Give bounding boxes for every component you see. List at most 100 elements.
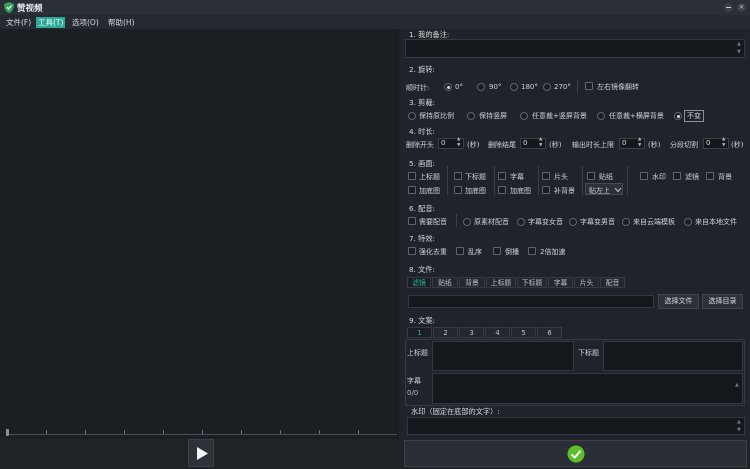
remark-scroll-arrows[interactable]: ▲ ▼ — [737, 40, 741, 56]
menu-file[interactable]: 文件(F) — [4, 17, 33, 28]
reverse-label: 倒播 — [505, 248, 519, 256]
sticker-checkbox[interactable] — [587, 172, 595, 180]
male-voice-label: 字幕变男音 — [580, 218, 615, 226]
copy-tab-3[interactable]: 3 — [459, 327, 484, 338]
mirror-label: 左右镜像翻转 — [597, 83, 639, 91]
menu-help[interactable]: 帮助(H) — [106, 17, 137, 28]
crop-portrait-bg-label: 任意裁+竖屏背景 — [532, 112, 587, 120]
video-preview[interactable] — [0, 29, 399, 439]
title-bar: 赞视频 × — [0, 0, 750, 15]
section-effect-title: 7. 特效: — [409, 234, 435, 243]
unit-sec-3: (秒) — [648, 141, 661, 149]
female-voice-radio[interactable] — [517, 218, 525, 226]
female-voice-label: 字幕变女音 — [528, 218, 563, 226]
shuffle-checkbox[interactable] — [456, 247, 464, 255]
filter-checkbox[interactable] — [673, 172, 681, 180]
crop-landscape-bg-radio[interactable] — [597, 112, 605, 120]
background-checkbox[interactable] — [706, 172, 714, 180]
unit-sec-4: (秒) — [731, 141, 744, 149]
timeline-handle[interactable] — [6, 429, 9, 436]
file-tab-filter[interactable]: 滤镜 — [407, 277, 431, 288]
copy-top-title-input[interactable] — [432, 341, 574, 371]
mirror-checkbox[interactable] — [585, 82, 593, 90]
male-voice-radio[interactable] — [569, 218, 577, 226]
copy-tab-6[interactable]: 6 — [537, 327, 562, 338]
top-title-bg-checkbox[interactable] — [408, 186, 416, 194]
rotate-90-radio[interactable] — [477, 83, 485, 91]
split-label: 分段切割 — [670, 141, 698, 149]
bottom-title-bg-checkbox[interactable] — [454, 186, 462, 194]
minimize-button[interactable] — [724, 3, 733, 12]
max-duration-label: 输出时长上限 — [572, 141, 614, 149]
copy-tab-5[interactable]: 5 — [511, 327, 536, 338]
need-dub-label: 需要配音 — [419, 218, 447, 226]
copy-tab-4[interactable]: 4 — [485, 327, 510, 338]
file-tab-background[interactable]: 背景 — [459, 277, 485, 288]
split-arrows[interactable]: ▲ ▼ — [722, 137, 725, 149]
play-icon — [197, 447, 208, 460]
file-tab-top-title[interactable]: 上标题 — [486, 277, 516, 288]
fill-bg-checkbox[interactable] — [542, 186, 550, 194]
cloud-template-radio[interactable] — [622, 218, 630, 226]
copy-bottom-title-input[interactable] — [603, 341, 743, 371]
subtitle-checkbox[interactable] — [498, 172, 506, 180]
original-dub-radio[interactable] — [463, 218, 471, 226]
file-path-input[interactable] — [408, 295, 654, 308]
reverse-checkbox[interactable] — [493, 247, 501, 255]
play-button[interactable] — [188, 439, 214, 467]
rotate-270-radio[interactable] — [543, 83, 551, 91]
rotate-180-radio[interactable] — [510, 83, 518, 91]
file-tab-bottom-title[interactable]: 下标题 — [517, 277, 547, 288]
rotate-label: 顺时针: — [406, 84, 430, 92]
section-frame-title: 5. 画面: — [409, 159, 435, 168]
watermark-checkbox[interactable] — [640, 172, 648, 180]
sticker-position-dropdown[interactable]: 贴左上 — [585, 183, 623, 195]
menu-options[interactable]: 选项(O) — [70, 17, 101, 28]
watermark-scroll-arrows[interactable]: ▲ ▼ — [737, 418, 741, 434]
bottom-title-checkbox[interactable] — [454, 172, 462, 180]
rotate-90-label: 90° — [489, 83, 502, 91]
copy-subtitle-count: 0/0 — [407, 389, 419, 397]
remark-input[interactable] — [405, 39, 745, 58]
chevron-down-icon — [615, 188, 621, 192]
top-title-checkbox[interactable] — [408, 172, 416, 180]
subtitle-bg-checkbox[interactable] — [498, 186, 506, 194]
copy-tab-2[interactable]: 2 — [433, 327, 458, 338]
intro-checkbox[interactable] — [542, 172, 550, 180]
file-tab-sticker[interactable]: 贴纸 — [432, 277, 458, 288]
tail-delete-label: 删除结尾 — [488, 141, 516, 149]
file-tab-subtitle[interactable]: 字幕 — [548, 277, 573, 288]
file-tab-intro[interactable]: 片头 — [574, 277, 599, 288]
copy-subtitle-input[interactable] — [432, 373, 743, 404]
tail-delete-arrows[interactable]: ▲ ▼ — [539, 137, 542, 149]
crop-keep-portrait-radio[interactable] — [467, 112, 475, 120]
subtitle-label: 字幕 — [510, 173, 524, 181]
head-delete-arrows[interactable]: ▲ ▼ — [457, 137, 460, 149]
background-label: 背景 — [718, 173, 732, 181]
max-duration-arrows[interactable]: ▲ ▼ — [638, 137, 641, 149]
local-file-radio[interactable] — [684, 218, 692, 226]
choose-dir-button[interactable]: 选择目录 — [702, 294, 743, 309]
rotate-0-radio[interactable] — [444, 83, 452, 91]
crop-keep-portrait-label: 保持竖屏 — [479, 112, 507, 120]
confirm-button[interactable] — [404, 440, 747, 467]
choose-file-button[interactable]: 选择文件 — [658, 294, 699, 309]
section-crop-title: 3. 剪裁: — [409, 98, 435, 107]
watermark-text-input[interactable] — [407, 417, 745, 435]
file-tab-dub[interactable]: 配音 — [600, 277, 625, 288]
crop-keep-ratio-radio[interactable] — [408, 112, 416, 120]
menu-tools[interactable]: 工具(T) — [36, 17, 66, 28]
need-dub-checkbox[interactable] — [408, 217, 416, 225]
section-copy-title: 9. 文案: — [409, 316, 435, 325]
speed-2x-checkbox[interactable] — [528, 247, 536, 255]
top-title-bg-label: 加底图 — [419, 187, 440, 195]
copy-bottom-title-label: 下标题 — [578, 349, 599, 357]
divider — [538, 166, 539, 195]
divider — [577, 79, 578, 93]
crop-none-radio[interactable] — [674, 112, 682, 120]
subtitle-scroll-arrows[interactable]: ▲ — [735, 374, 739, 396]
dedup-checkbox[interactable] — [408, 247, 416, 255]
copy-tab-1[interactable]: 1 — [407, 327, 432, 338]
crop-portrait-bg-radio[interactable] — [520, 112, 528, 120]
close-button[interactable]: × — [737, 3, 746, 12]
